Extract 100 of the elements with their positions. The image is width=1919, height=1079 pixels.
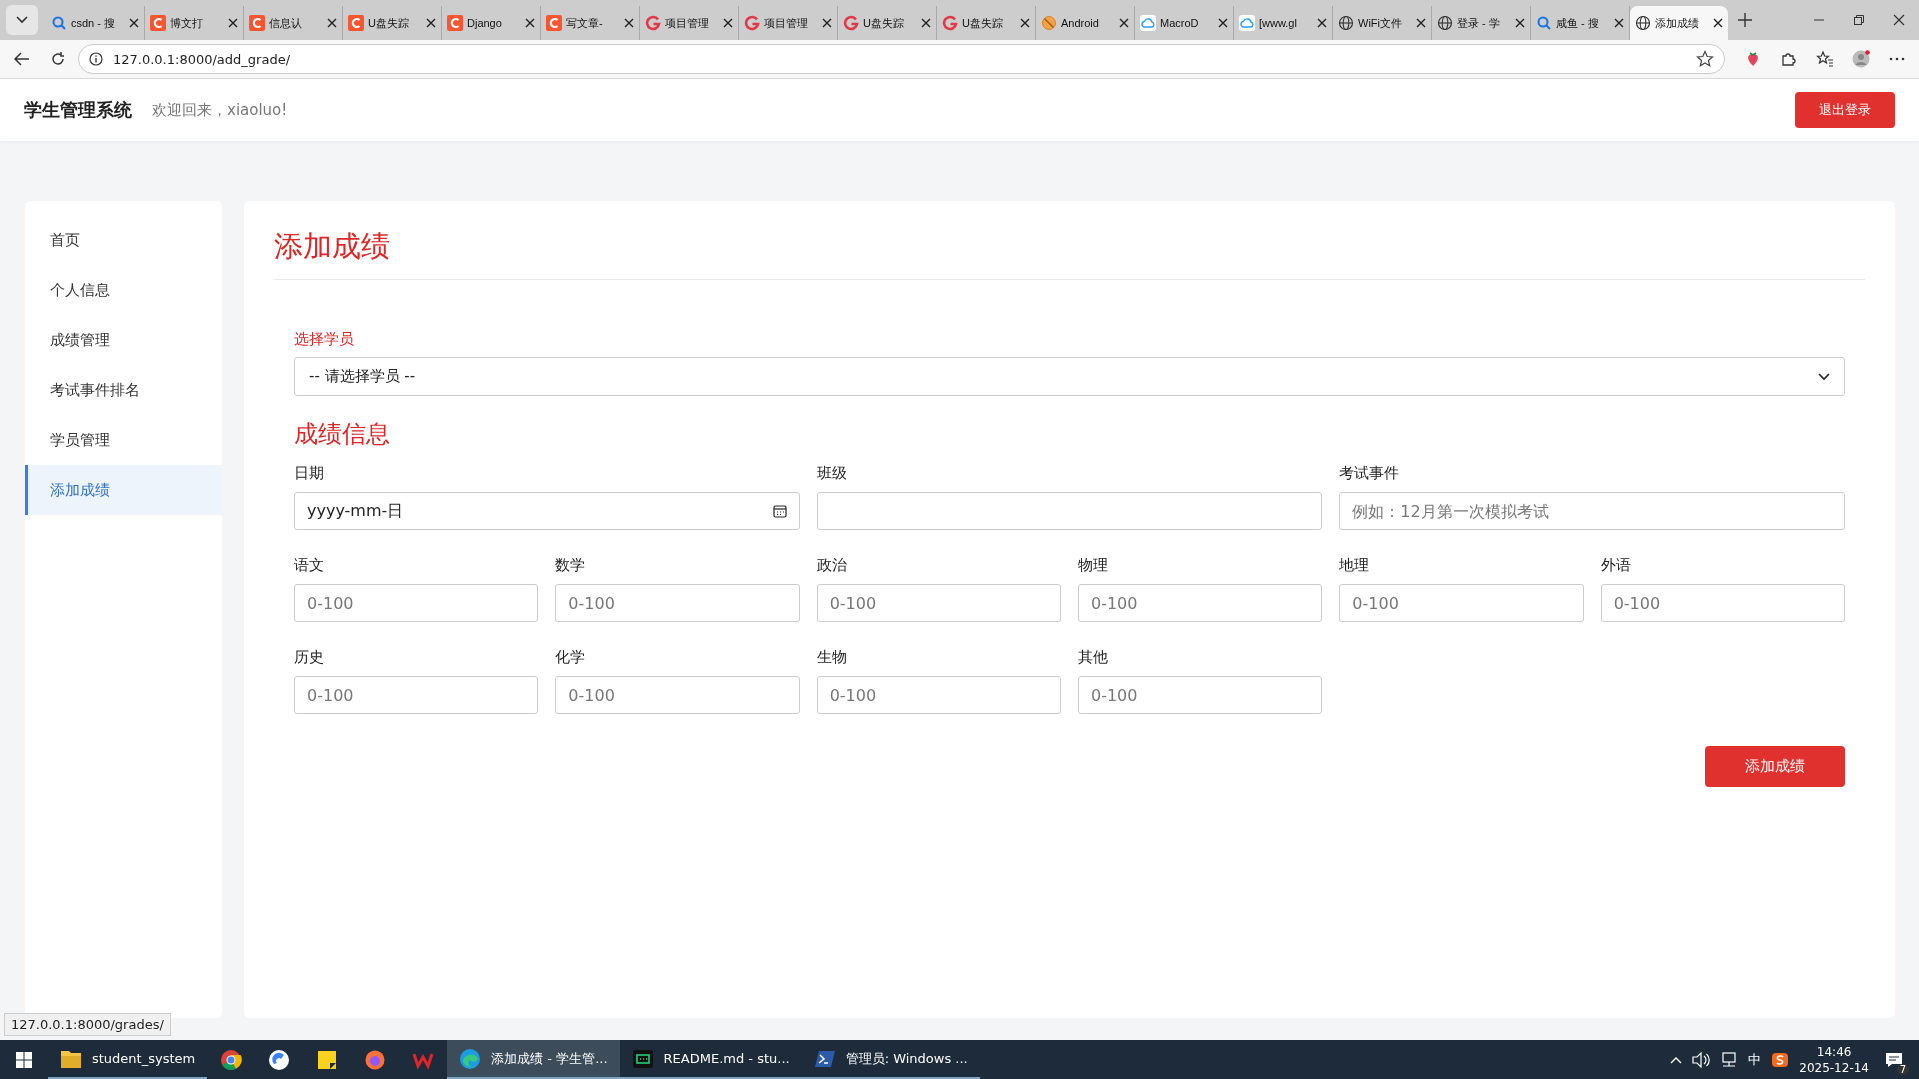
plus-icon	[1738, 13, 1752, 27]
reload-icon	[51, 52, 65, 66]
sidebar-item[interactable]: 成绩管理	[25, 315, 222, 365]
letter-c-icon	[447, 15, 463, 31]
chevron-up-icon[interactable]	[1670, 1055, 1683, 1064]
input-field[interactable]: 0-100	[816, 584, 1061, 622]
field-label: 生物	[816, 648, 848, 667]
fox-icon	[364, 1048, 387, 1071]
close-icon[interactable]	[327, 18, 337, 28]
input-field[interactable]: 例如：12月第一次模拟考试	[1339, 492, 1845, 530]
letter-c-icon	[546, 15, 562, 31]
network-icon[interactable]	[1720, 1051, 1739, 1068]
input-field[interactable]: 0-100	[294, 584, 539, 622]
field-label: 班级	[816, 464, 848, 483]
letter-c-icon	[249, 15, 265, 31]
input-field[interactable]: 0-100	[816, 676, 1061, 714]
logout-button[interactable]: 退出登录	[1795, 92, 1895, 128]
close-icon[interactable]	[1119, 18, 1129, 28]
star-icon[interactable]	[1696, 50, 1714, 68]
taskbar-app-button[interactable]: 添加成绩 - 学生管...	[447, 1040, 620, 1079]
tab-title: 项目管理	[764, 15, 809, 31]
sidebar-item[interactable]: 首页	[25, 215, 222, 265]
sidebar-item[interactable]: 学员管理	[25, 415, 222, 465]
tab-title: csdn - 搜	[71, 15, 116, 31]
restore-icon	[1853, 14, 1865, 26]
globe-icon	[1635, 15, 1651, 31]
input-field[interactable]: 0-100	[555, 676, 800, 714]
letter-g-icon	[744, 15, 760, 31]
app-title: 学生管理系统	[24, 98, 132, 122]
field-label: 地理	[1339, 556, 1371, 575]
terminal-icon	[631, 1047, 654, 1070]
chrome-icon	[220, 1048, 243, 1071]
close-icon[interactable]	[723, 18, 733, 28]
close-icon[interactable]	[426, 18, 436, 28]
tab-title: 信息认	[269, 15, 303, 31]
favorites-icon[interactable]	[1816, 50, 1834, 68]
tab-title: Django	[467, 17, 503, 29]
close-icon[interactable]	[1515, 18, 1525, 28]
tab-title: WiFi文件	[1358, 15, 1403, 31]
input-field[interactable]: 0-100	[1078, 584, 1323, 622]
tab-title: U盘失踪	[368, 15, 410, 31]
input-field[interactable]: 0-100	[294, 676, 539, 714]
taskbar-app-button[interactable]: README.md - stu...	[619, 1040, 802, 1079]
input-field[interactable]	[816, 492, 1323, 530]
tab-title: 添加成绩	[1655, 15, 1700, 31]
info-icon	[89, 52, 103, 66]
close-icon[interactable]	[1416, 18, 1426, 28]
chevron-down-icon	[1818, 372, 1830, 381]
input-method-indicator[interactable]: 中	[1748, 1050, 1762, 1069]
field-label: 政治	[816, 556, 848, 575]
sticky-note-icon	[316, 1048, 339, 1071]
close-icon[interactable]	[1218, 18, 1228, 28]
letter-g-icon	[942, 15, 958, 31]
input-field[interactable]: 0-100	[555, 584, 800, 622]
tab-title: [www.gl	[1259, 17, 1298, 29]
cloud-icon	[1239, 15, 1255, 31]
globe-icon	[1437, 15, 1453, 31]
taskbar-app-button[interactable]: student_system	[48, 1040, 208, 1079]
taskbar-app-button[interactable]: 管理员: Windows ...	[801, 1040, 980, 1079]
page-title: 添加成绩	[274, 228, 391, 265]
close-icon[interactable]	[129, 18, 139, 28]
close-icon[interactable]	[525, 18, 535, 28]
input-field[interactable]: 0-100	[1600, 584, 1845, 622]
tab-title: MacroD	[1160, 17, 1200, 29]
sidebar-item[interactable]: 添加成绩	[25, 465, 222, 515]
close-icon[interactable]	[1317, 18, 1327, 28]
close-icon[interactable]	[1020, 18, 1030, 28]
section-title: 成绩信息	[294, 419, 391, 450]
wave-browser-icon	[459, 1047, 482, 1070]
input-field[interactable]: 0-100	[1339, 584, 1584, 622]
input-field[interactable]: 0-100	[1078, 676, 1323, 714]
status-url: 127.0.0.1:8000/grades/	[4, 1013, 171, 1036]
close-icon[interactable]	[1614, 18, 1624, 28]
clock-date: 2025-12-14	[1799, 1059, 1869, 1076]
tab-title: 咸鱼 - 搜	[1556, 15, 1600, 31]
close-icon[interactable]	[624, 18, 634, 28]
letter-c-icon	[150, 15, 166, 31]
sidebar-item[interactable]: 考试事件排名	[25, 365, 222, 415]
windows-icon	[16, 1051, 32, 1068]
close-icon[interactable]	[228, 18, 238, 28]
student-dropdown[interactable]: -- 请选择学员 --	[294, 357, 1845, 396]
puzzle-icon[interactable]	[1780, 50, 1798, 68]
date-field[interactable]: yyyy-mm-日	[294, 492, 800, 530]
address-field[interactable]: 127.0.0.1:8000/add_grade/	[78, 44, 1725, 74]
notification-button[interactable]: 7	[1879, 1044, 1909, 1075]
tab-title: 项目管理	[665, 15, 710, 31]
close-icon[interactable]	[921, 18, 931, 28]
avatar-icon[interactable]	[1852, 50, 1870, 68]
tab-title: U盘失踪	[962, 15, 1004, 31]
submit-button[interactable]: 添加成绩	[1705, 746, 1845, 787]
sogou-s-icon[interactable]	[1771, 1050, 1790, 1069]
close-icon[interactable]	[822, 18, 832, 28]
sidebar-item[interactable]: 个人信息	[25, 265, 222, 315]
speaker-icon[interactable]	[1692, 1051, 1711, 1068]
field-label: 物理	[1078, 556, 1109, 575]
browser-tab[interactable]: 添加成绩	[1630, 6, 1728, 40]
tab-list-button[interactable]	[6, 5, 38, 35]
tab-title: 登录 - 学	[1457, 15, 1501, 31]
calendar-icon[interactable]	[772, 504, 787, 518]
close-icon[interactable]	[1713, 18, 1723, 28]
